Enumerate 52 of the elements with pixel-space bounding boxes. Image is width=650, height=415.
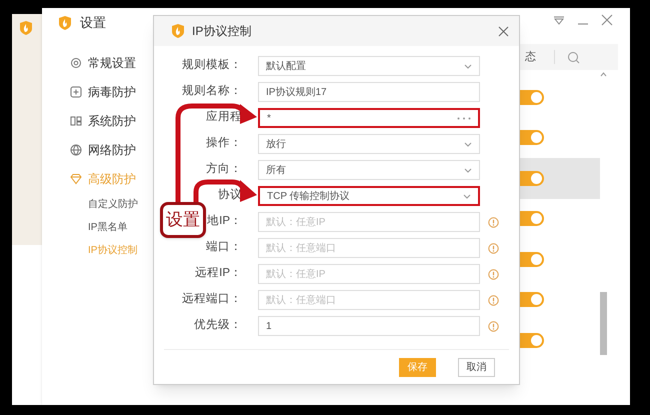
dropdown[interactable]: 默认配置: [258, 56, 480, 76]
close-icon[interactable]: [498, 26, 509, 36]
sidebar-item[interactable]: 系统防护: [88, 112, 136, 130]
field-label: 协议: [218, 187, 242, 204]
chevron-down-icon: [464, 168, 472, 172]
search-icon[interactable]: [567, 50, 580, 64]
grid-icon: [70, 114, 82, 126]
window-title: 设置: [80, 14, 106, 32]
info-icon[interactable]: [488, 216, 499, 228]
field-label: 远程IP：: [195, 266, 242, 282]
cancel-button[interactable]: 取消: [458, 358, 495, 376]
annotation-callout: 设置: [160, 202, 206, 238]
field-label: 端口：: [206, 240, 242, 256]
plus-box-icon: [70, 86, 82, 98]
close-icon[interactable]: [601, 14, 613, 26]
dropdown[interactable]: TCP 传输控制协议: [258, 186, 480, 206]
shield-logo-icon: [57, 15, 73, 31]
chevron-down-icon: [463, 194, 471, 198]
more-icon[interactable]: [457, 116, 471, 120]
column-header: 态: [525, 50, 536, 65]
scroll-up-icon[interactable]: [600, 72, 607, 77]
browse-field[interactable]: *: [258, 108, 480, 128]
globe-icon: [70, 144, 82, 156]
dropdown[interactable]: 所有: [258, 160, 480, 180]
sidebar-item[interactable]: 病毒防护: [88, 82, 136, 100]
field-label: 优先级：: [194, 318, 242, 334]
shield-logo-icon: [170, 23, 186, 39]
sidebar-subitem[interactable]: 自定义防护: [88, 197, 138, 212]
diamond-icon: [70, 172, 82, 184]
field-label: 规则模板：: [182, 58, 242, 74]
field-label: 远程端口：: [182, 292, 242, 308]
chevron-down-icon: [464, 64, 472, 68]
chevron-down-icon: [464, 142, 472, 146]
shield-logo-icon: [18, 20, 34, 36]
sidebar-item[interactable]: 网络防护: [88, 140, 136, 158]
info-icon[interactable]: [488, 320, 499, 332]
input-field[interactable]: IP协议规则17: [258, 82, 480, 102]
sidebar-item[interactable]: 常规设置: [88, 54, 136, 72]
field-label: 操作：: [206, 136, 242, 152]
gear-icon: [70, 56, 82, 68]
info-icon[interactable]: [488, 294, 499, 306]
dialog-title: IP协议控制: [192, 23, 252, 40]
scrollbar-thumb[interactable]: [600, 292, 607, 355]
field-label: 方向：: [206, 161, 242, 178]
info-icon[interactable]: [488, 268, 499, 280]
field-label: 规则名称：: [182, 84, 242, 100]
sidebar-subitem[interactable]: IP黑名单: [88, 220, 128, 235]
input-field[interactable]: 1: [258, 316, 480, 336]
dropdown[interactable]: 放行: [258, 134, 480, 154]
dropdown-menu-icon[interactable]: [553, 15, 565, 25]
info-icon[interactable]: [488, 242, 499, 254]
field-label: 地IP：: [207, 214, 242, 230]
